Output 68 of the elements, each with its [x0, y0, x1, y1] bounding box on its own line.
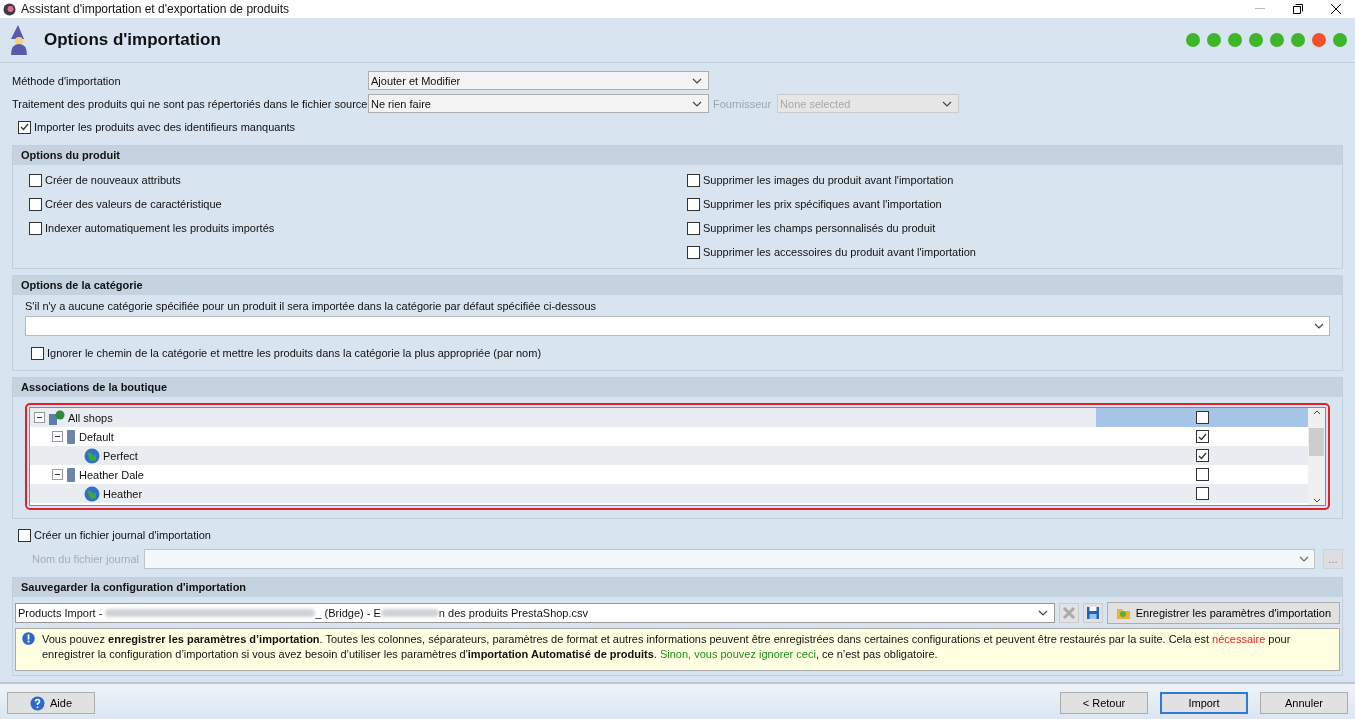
collapse-icon[interactable]: [34, 412, 45, 423]
checkbox[interactable]: [31, 346, 44, 360]
checkbox[interactable]: [1195, 487, 1209, 500]
checkbox[interactable]: [29, 197, 42, 211]
section-header: Sauvegarder la configuration d'importation: [13, 578, 1342, 597]
help-button[interactable]: Aide: [7, 692, 95, 714]
checkbox-label: Créer de nouveaux attributs: [45, 174, 181, 186]
checkbox[interactable]: [29, 221, 42, 235]
tree-item[interactable]: Perfect: [103, 449, 138, 462]
footer-button[interactable]: < Retour: [1060, 692, 1148, 714]
import-method-select[interactable]: Ajouter et Modifier: [368, 71, 709, 90]
wizard-icon: [8, 25, 30, 55]
folder-icon: [1115, 606, 1131, 620]
page-title: Options d'importation: [44, 30, 222, 50]
app-icon: [3, 2, 16, 16]
scrollbar[interactable]: [1308, 408, 1325, 505]
window-title: Assistant d'importation et d'exportation de produits: [21, 2, 291, 16]
tree-item[interactable]: Heather: [103, 487, 143, 500]
checkbox-label: Créer des valeurs de caractéristique: [45, 198, 222, 210]
globe-icon: [84, 485, 100, 502]
checkbox[interactable]: [29, 173, 42, 187]
globe-icon: [84, 447, 100, 464]
tree-item[interactable]: All shops: [68, 411, 113, 424]
checkbox[interactable]: [1195, 430, 1209, 443]
checkbox[interactable]: [1195, 468, 1209, 481]
checkbox-label: Supprimer les prix spécifiques avant l'importation: [703, 198, 942, 210]
config-select[interactable]: Products Import - _ (Bridge) - E n des produits PrestaShop.csv: [15, 603, 1055, 623]
restore-icon[interactable]: [1293, 4, 1303, 14]
checkbox-label: Supprimer les images du produit avant l'importation: [703, 174, 954, 186]
section-header: Options du produit: [13, 146, 1342, 165]
scroll-up-icon[interactable]: [1312, 410, 1321, 415]
field-label: Fournisseur: [713, 97, 772, 110]
hint-text: S'il n'y a aucune catégorie spécifiée pour un produit il sera importée dans la catégorie par défaut spécifiée ci-dessous: [25, 300, 598, 312]
checkbox[interactable]: [18, 120, 31, 134]
info-icon: [22, 632, 35, 645]
checkbox-label: Créer un fichier journal d'importation: [34, 529, 211, 541]
checkbox-label: Supprimer les champs personnalisés du produit: [703, 222, 936, 234]
save-icon-button[interactable]: [1082, 603, 1103, 623]
tree-item[interactable]: Default: [79, 430, 114, 443]
unlisted-products-select[interactable]: Ne rien faire: [368, 94, 709, 113]
checkbox[interactable]: [687, 245, 700, 259]
info-message: Vous pouvez enregistrer les paramètres d’importation. Toutes les colonnes, séparateurs, paramètres de format et autres informations peuvent être enregistrées dans certaines configurations et peuvent être restaurés par la suite. Cela est nécessaire pour enregistrer la configuration d’importation si vous avez besoin d’utiliser les paramètres d'importation Automatisé de produits. Sinon, vous pouvez ignorer ceci, ce n’est pas obligatoire.: [15, 628, 1340, 671]
checkbox[interactable]: [1195, 449, 1209, 462]
collapse-icon[interactable]: [52, 431, 63, 442]
footer-button[interactable]: Annuler: [1260, 692, 1348, 714]
footer-button[interactable]: Import: [1160, 692, 1248, 714]
checkbox-label: Importer les produits avec des identifieurs manquants: [34, 121, 296, 133]
checkbox[interactable]: [687, 197, 700, 211]
save-settings-button[interactable]: Enregistrer les paramètres d'importation: [1106, 602, 1340, 624]
checkbox-label: Indexer automatiquement les produits importés: [45, 222, 275, 234]
server-icon: [66, 466, 76, 483]
checkbox-label: Ignorer le chemin de la catégorie et mettre les produits dans la catégorie la plus appropriée (par nom): [47, 347, 542, 359]
field-label: Méthode d'importation: [12, 74, 122, 87]
section-header: Associations de la boutique: [13, 378, 1342, 397]
server-globe-icon: [48, 409, 65, 426]
field-label: Traitement des produits qui ne sont pas répertoriés dans le fichier source: [12, 97, 368, 110]
collapse-icon[interactable]: [52, 469, 63, 480]
field-label: Nom du fichier journal: [32, 553, 140, 565]
close-icon[interactable]: [1331, 4, 1341, 14]
scroll-down-icon[interactable]: [1312, 498, 1321, 503]
section-header: Options de la catégorie: [13, 276, 1342, 295]
tree-item[interactable]: Heather Dale: [79, 468, 144, 481]
checkbox[interactable]: [687, 173, 700, 187]
checkbox[interactable]: [1195, 411, 1209, 424]
server-icon: [66, 428, 76, 445]
checkbox-label: Supprimer les accessoires du produit avant l'importation: [703, 246, 976, 258]
checkbox[interactable]: [687, 221, 700, 235]
help-icon: [30, 695, 45, 711]
